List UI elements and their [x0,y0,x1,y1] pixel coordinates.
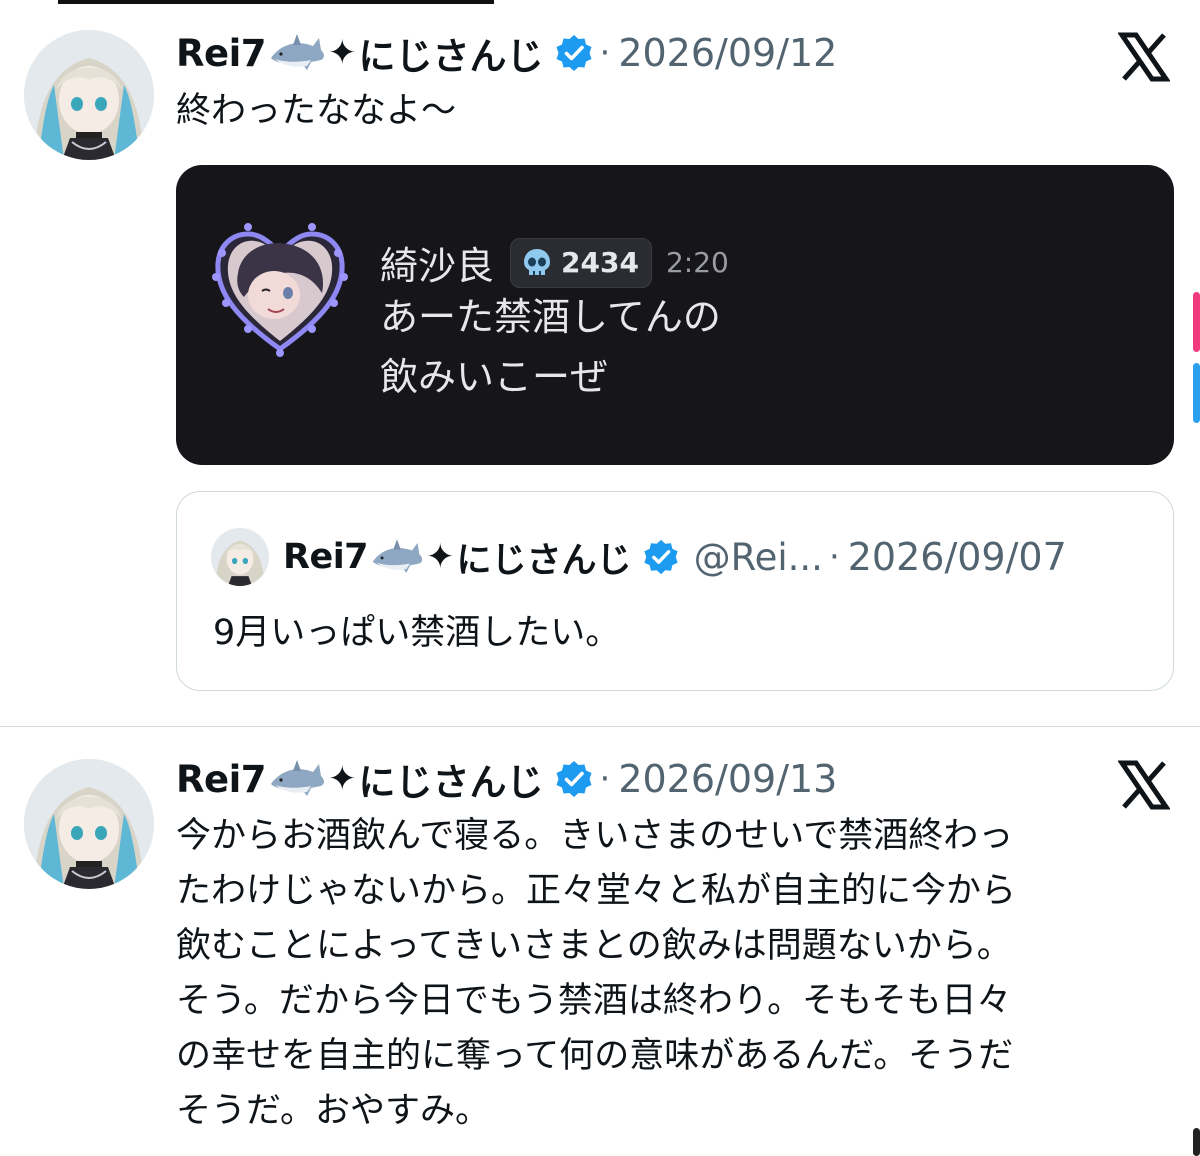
tweet-card[interactable]: Rei7 ✦ にじさんじ · 2026/09/13 今からお酒飲んで寝る。きいさ… [0,726,1200,1156]
discord-username: 綺沙良 [380,244,495,288]
tweet-text-line: 飲むことによってきいさまとの飲みは問題ないから。 [176,926,1012,966]
edge-indicator-dark [1193,1128,1200,1156]
edge-indicator-pink [1193,292,1200,352]
quoted-tweet-header: Rei7 ✦ にじさんじ @Rei... · 2026/09/07 [283,532,1067,582]
quoted-tweet-text: 9月いっぱい禁酒したい。 [213,613,621,653]
screenshot-page: Rei7 ✦ にじさんじ · 2026/09/12 終わったななよ〜 綺沙良 2… [0,0,1200,1156]
skull-icon [521,247,553,279]
author-avatar[interactable] [24,30,154,160]
quoted-tweet[interactable]: Rei7 ✦ にじさんじ @Rei... · 2026/09/07 9月いっぱい… [176,491,1174,691]
author-name[interactable]: Rei7 [176,32,267,75]
discord-message-line: あーた禁酒してんの [380,295,721,339]
discord-timestamp: 2:20 [665,246,729,279]
quoted-author-name-suffix: にじさんじ [456,540,632,581]
tweet-date[interactable]: 2026/09/12 [618,31,837,75]
header-separator: · [599,759,611,799]
x-logo-icon[interactable] [1117,759,1171,811]
sparkle-glyph: ✦ [426,537,455,577]
tweet-text-line: の幸せを自主的に奪って何の意味があるんだ。そうだ [176,1036,1014,1076]
discord-message-header: 綺沙良 2434 2:20 [380,235,729,290]
tweet-text-line: そうだ。おやすみ。 [176,1091,490,1131]
author-name[interactable]: Rei7 [176,758,267,801]
discord-message-line: 飲みいこーぜ [380,355,609,399]
header-separator: · [828,537,840,577]
quoted-author-name: Rei7 [283,537,369,577]
tweet-text-line: 今からお酒飲んで寝る。きいさまのせいで禁酒終わっ [176,816,1014,856]
discord-avatar [208,213,352,357]
x-logo-icon[interactable] [1117,31,1171,83]
server-tag-badge: 2434 [510,237,652,288]
quoted-author-avatar [211,528,269,586]
tweet-header: Rei7 ✦ にじさんじ · 2026/09/12 [176,28,837,78]
tweet-card[interactable]: Rei7 ✦ にじさんじ · 2026/09/12 終わったななよ〜 綺沙良 2… [0,0,1200,726]
shark-emoji-icon [369,535,425,579]
verified-badge-icon [554,33,594,73]
tweet-date[interactable]: 2026/09/13 [618,757,837,801]
quoted-tweet-date: 2026/09/07 [847,535,1067,579]
tweet-text: 終わったななよ〜 [176,91,457,131]
attached-image[interactable]: 綺沙良 2434 2:20 あーた禁酒してんの 飲みいこーぜ [176,165,1174,465]
header-separator: · [599,33,611,73]
verified-badge-icon [642,538,680,576]
tweet-header: Rei7 ✦ にじさんじ · 2026/09/13 [176,754,837,804]
quoted-author-handle: @Rei... [693,535,823,579]
shark-emoji-icon [267,756,327,802]
tweet-text: 今からお酒飲んで寝る。きいさまのせいで禁酒終わっ たわけじゃないから。正々堂々と… [176,809,1156,1139]
verified-badge-icon [554,759,594,799]
author-name-suffix: にじさんじ [358,35,544,78]
author-avatar[interactable] [24,759,154,889]
shark-emoji-icon [267,30,327,76]
edge-indicator-blue [1193,363,1200,423]
badge-count: 2434 [561,246,639,279]
author-name-suffix: にじさんじ [358,761,544,804]
sparkle-glyph: ✦ [328,759,357,799]
tweet-text-line: たわけじゃないから。正々堂々と私が自主的に今から [176,871,1017,911]
discord-message-body: あーた禁酒してんの 飲みいこーぜ [380,287,721,407]
sparkle-glyph: ✦ [328,33,357,73]
tweet-text-line: そう。だから今日でもう禁酒は終わり。そもそも日々 [176,981,1012,1021]
